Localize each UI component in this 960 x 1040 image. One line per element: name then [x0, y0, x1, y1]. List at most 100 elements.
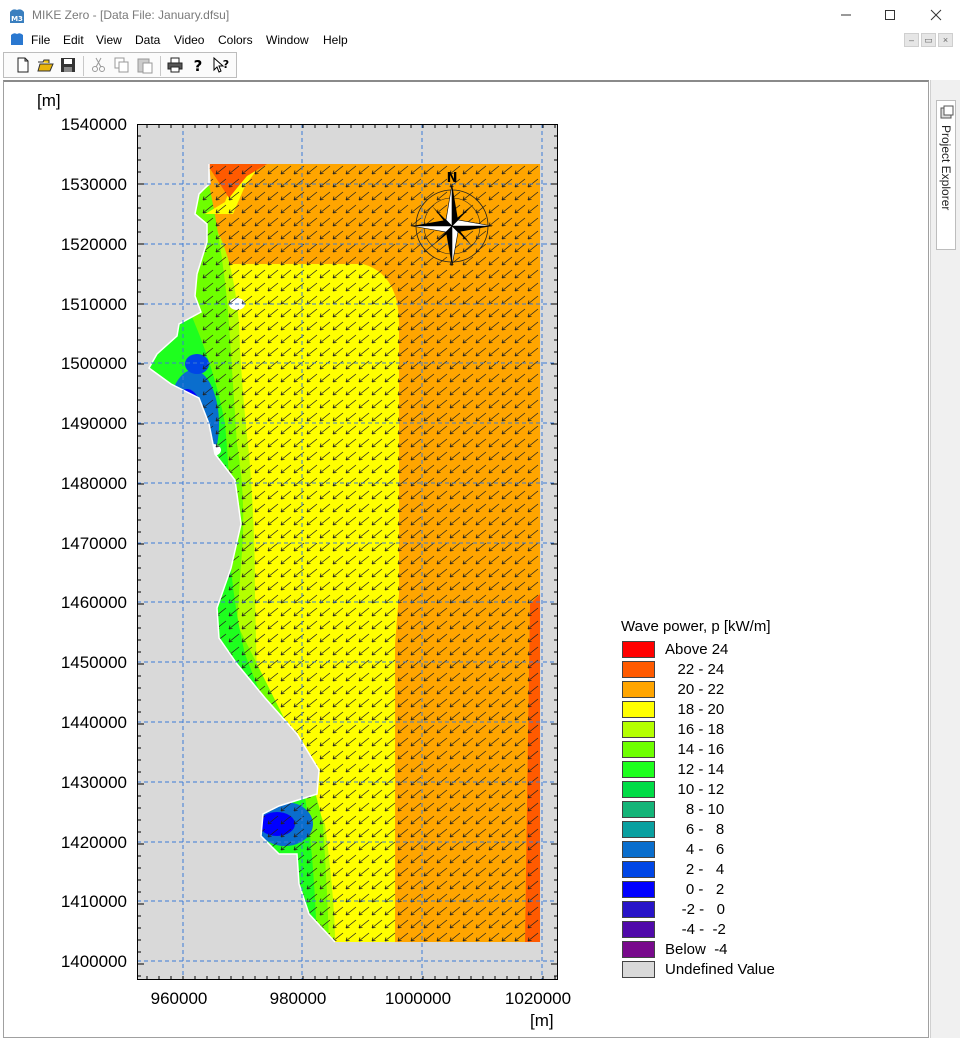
menu-data[interactable]: Data: [135, 33, 160, 47]
open-icon[interactable]: [36, 56, 54, 74]
legend-label: Undefined Value: [665, 961, 775, 978]
legend-label: 2 - 4: [665, 861, 725, 878]
y-tick-label: 1490000: [60, 414, 127, 433]
wave-power-map[interactable]: N: [137, 124, 558, 980]
legend-label: 22 - 24: [665, 661, 725, 678]
y-tick-label: 1470000: [60, 534, 127, 553]
legend-label: 16 - 18: [665, 721, 725, 738]
menu-file[interactable]: File: [31, 33, 50, 47]
legend-swatch: [622, 921, 655, 938]
menu-edit[interactable]: Edit: [63, 33, 84, 47]
legend-label: 0 - 2: [665, 881, 725, 898]
legend-label: 18 - 20: [665, 701, 725, 718]
y-tick-label: 1420000: [60, 833, 127, 852]
legend-item: 16 - 18: [622, 721, 822, 739]
legend-swatch: [622, 681, 655, 698]
project-explorer-tab[interactable]: Project Explorer: [936, 100, 956, 250]
menu-video[interactable]: Video: [174, 33, 204, 47]
menu-colors[interactable]: Colors: [218, 33, 253, 47]
y-tick-label: 1540000: [60, 115, 127, 134]
legend-item: 14 - 16: [622, 741, 822, 759]
legend-item: 8 - 10: [622, 801, 822, 819]
legend-item: 4 - 6: [622, 841, 822, 859]
mdi-close-button[interactable]: ×: [938, 33, 953, 47]
legend-swatch: [622, 841, 655, 858]
plot-document-window: [m] [m] 1540000 1530000 1520000 1510000 …: [3, 80, 929, 1038]
legend-label: 4 - 6: [665, 841, 725, 858]
legend-item: 6 - 8: [622, 821, 822, 839]
right-side-panel: Project Explorer: [930, 80, 960, 1038]
x-tick-label: 1020000: [504, 989, 572, 1008]
y-tick-label: 1400000: [60, 952, 127, 971]
y-tick-label: 1510000: [60, 295, 127, 314]
y-tick-label: 1430000: [60, 773, 127, 792]
save-icon[interactable]: [59, 56, 77, 74]
legend-label: 20 - 22: [665, 681, 725, 698]
legend-item: Above 24: [622, 641, 822, 659]
legend-swatch: [622, 781, 655, 798]
svg-text:?: ?: [223, 58, 229, 71]
legend-item: 20 - 22: [622, 681, 822, 699]
y-tick-label: 1410000: [60, 892, 127, 911]
legend-item: 12 - 14: [622, 761, 822, 779]
project-explorer-icon: [940, 105, 954, 124]
copy-icon[interactable]: [113, 56, 131, 74]
project-explorer-label: Project Explorer: [939, 125, 953, 211]
legend-label: 10 - 12: [665, 781, 725, 798]
legend-swatch: [622, 881, 655, 898]
standard-toolbar: ? ?: [3, 52, 237, 78]
legend-label: Above 24: [665, 641, 729, 658]
legend-swatch: [622, 961, 655, 978]
y-tick-label: 1480000: [60, 474, 127, 493]
paste-icon[interactable]: [136, 56, 154, 74]
x-tick-label: 960000: [150, 989, 208, 1008]
legend-label: Below -4: [665, 941, 728, 958]
svg-text:?: ?: [194, 57, 203, 74]
toolbar-separator: [83, 56, 84, 76]
x-tick-label: 1000000: [384, 989, 452, 1008]
mdi-minimize-button[interactable]: –: [904, 33, 919, 47]
legend-item: 2 - 4: [622, 861, 822, 879]
toolbar-separator: [160, 56, 161, 76]
document-icon[interactable]: [10, 32, 24, 51]
legend-swatch: [622, 641, 655, 658]
legend-item: -4 - -2: [622, 921, 822, 939]
y-axis-unit: [m]: [37, 91, 61, 110]
legend-swatch: [622, 901, 655, 918]
legend-swatch: [622, 661, 655, 678]
context-help-icon[interactable]: ?: [212, 56, 230, 74]
legend-swatch: [622, 801, 655, 818]
toolbar: ? ?: [0, 51, 960, 79]
legend-label: -2 - 0: [665, 901, 726, 918]
legend-item: 18 - 20: [622, 701, 822, 719]
maximize-button[interactable]: [875, 4, 905, 26]
legend-title: Wave power, p [kW/m]: [621, 618, 771, 635]
cut-icon[interactable]: [90, 56, 108, 74]
y-tick-label: 1450000: [60, 653, 127, 672]
menu-view[interactable]: View: [96, 33, 122, 47]
menu-window[interactable]: Window: [266, 33, 309, 47]
legend-swatch: [622, 761, 655, 778]
legend-swatch: [622, 941, 655, 958]
y-tick-label: 1530000: [60, 175, 127, 194]
legend-label: 14 - 16: [665, 741, 725, 758]
title-bar: M3 MIKE Zero - [Data File: January.dfsu]: [0, 0, 960, 30]
legend-item: -2 - 0: [622, 901, 822, 919]
north-label: N: [447, 171, 458, 186]
legend-item: 0 - 2: [622, 881, 822, 899]
legend-item: Below -4: [622, 941, 822, 959]
legend-label: 8 - 10: [665, 801, 725, 818]
legend-label: -4 - -2: [665, 921, 726, 938]
print-icon[interactable]: [166, 56, 184, 74]
mdi-restore-button[interactable]: ▭: [921, 33, 936, 47]
menu-help[interactable]: Help: [323, 33, 348, 47]
y-tick-label: 1440000: [60, 713, 127, 732]
new-icon[interactable]: [14, 56, 32, 74]
legend-item: Undefined Value: [622, 961, 822, 979]
help-icon[interactable]: ?: [189, 56, 207, 75]
close-button[interactable]: [921, 4, 951, 26]
minimize-button[interactable]: [831, 4, 861, 26]
window-title: MIKE Zero - [Data File: January.dfsu]: [32, 8, 230, 22]
legend-label: 12 - 14: [665, 761, 725, 778]
legend-item: 22 - 24: [622, 661, 822, 679]
